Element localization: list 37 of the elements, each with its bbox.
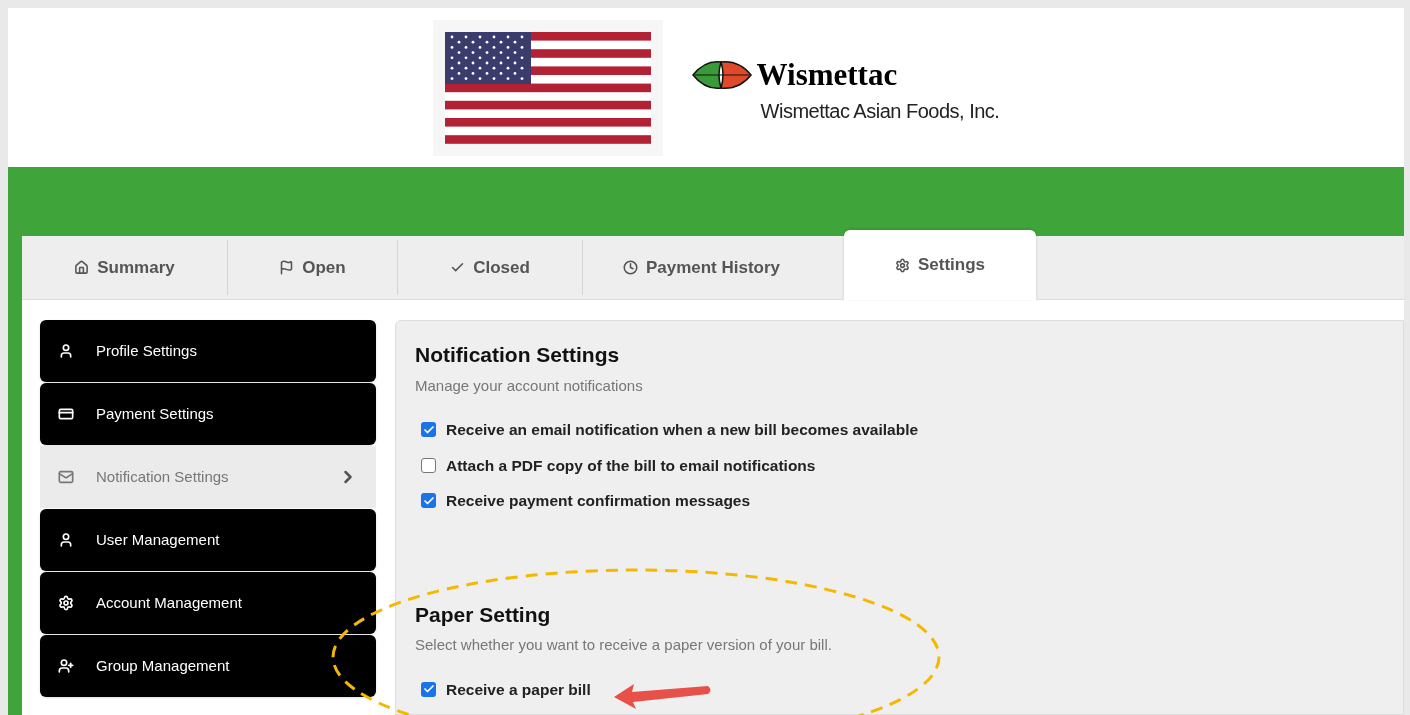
tab[interactable]: Payment History [583, 236, 820, 299]
section-title: Paper Setting [415, 601, 552, 628]
sidebar-item[interactable]: Notification Settings [40, 446, 376, 508]
tab[interactable]: Open [228, 236, 397, 299]
section-subtitle: Select whether you want to receive a paper version of your bill. [415, 635, 833, 655]
checkmark-icon [422, 494, 435, 507]
user-icon [58, 343, 74, 359]
clock-icon [622, 260, 638, 275]
sidebar-item[interactable]: Group Management [40, 635, 376, 697]
sidebar-item[interactable]: User Management [40, 509, 376, 571]
user-icon [58, 532, 74, 548]
settings-icon [58, 595, 74, 611]
settings-icon [894, 257, 910, 273]
checkbox[interactable] [421, 422, 436, 438]
home-icon [74, 260, 90, 275]
section-subtitle: Manage your account notifications [415, 375, 644, 396]
company-name: Wismettac Asian Foods, Inc. [760, 98, 1000, 124]
checkbox[interactable] [421, 457, 436, 473]
mail-icon [58, 469, 74, 485]
section-title: Notification Settings [415, 342, 621, 368]
checkbox[interactable] [421, 493, 436, 509]
option-label: Receive an email notification when a new bill becomes available [446, 422, 919, 438]
checkmark-icon [422, 423, 435, 436]
sidebar-item[interactable]: Account Management [40, 572, 376, 634]
tab[interactable]: Summary [22, 236, 227, 299]
sidebar-item[interactable]: Profile Settings [40, 320, 376, 382]
user-plus-icon [58, 658, 74, 674]
option-label: Attach a PDF copy of the bill to email notifications [446, 457, 816, 473]
tab[interactable]: Settings [844, 230, 1036, 300]
flag-icon [279, 260, 295, 275]
option-label: Receive a paper bill [446, 681, 591, 697]
checkbox[interactable] [421, 681, 436, 697]
option-label: Receive payment confirmation messages [446, 493, 751, 509]
sidebar-item[interactable]: Payment Settings [40, 383, 376, 445]
credit-card-icon [58, 406, 74, 422]
tab[interactable]: Closed [398, 236, 582, 299]
brand-name: Wismettac [756, 59, 898, 90]
